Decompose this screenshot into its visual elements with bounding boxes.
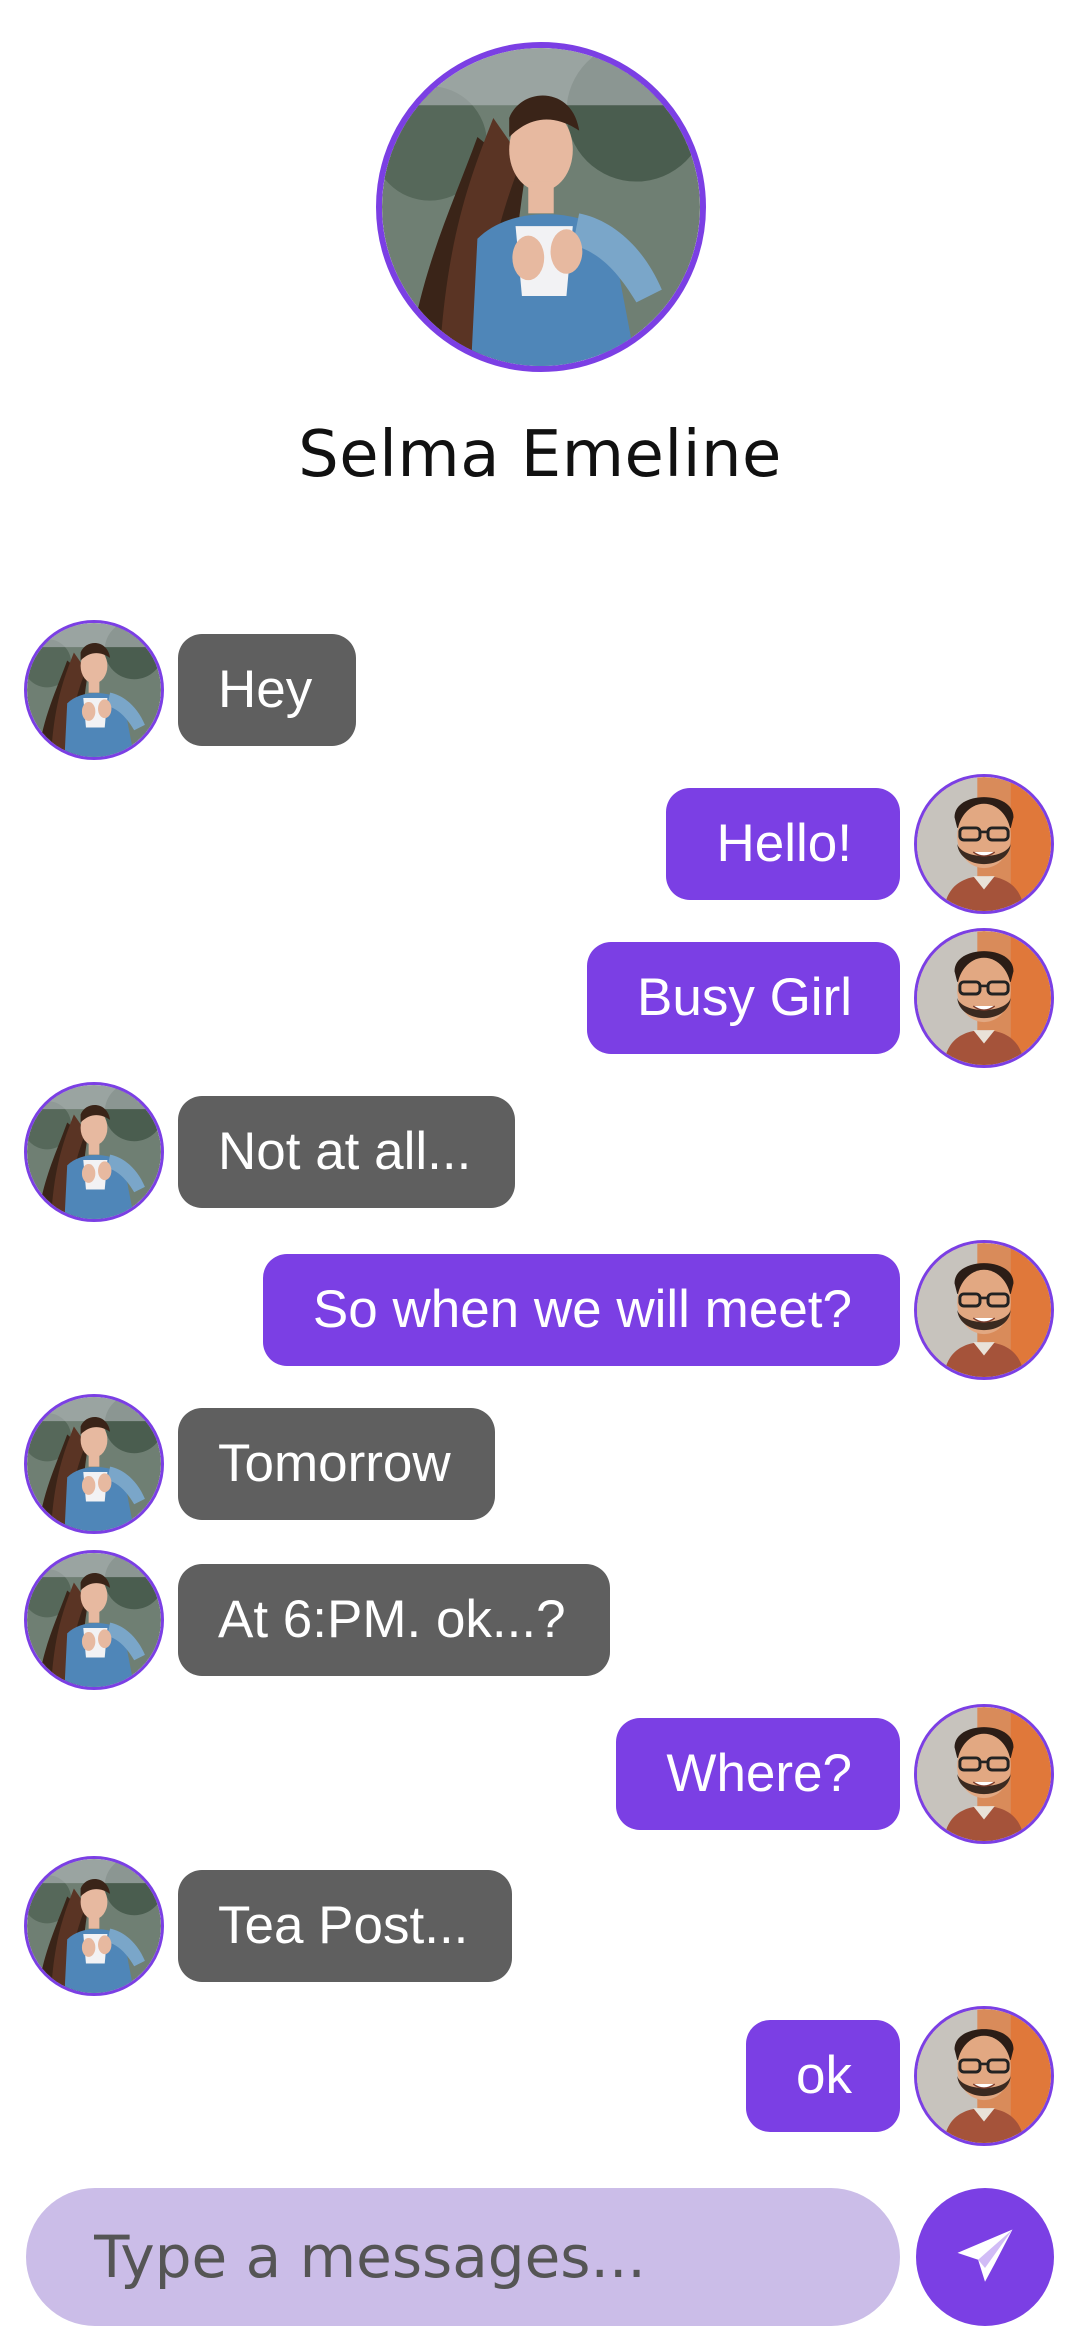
contact-avatar[interactable] bbox=[376, 42, 706, 372]
message-composer bbox=[26, 2188, 900, 2326]
contact-avatar-small bbox=[24, 620, 164, 760]
contact-avatar-small bbox=[24, 1856, 164, 1996]
contact-avatar-small bbox=[24, 1082, 164, 1222]
message-bubble[interactable]: Where? bbox=[616, 1718, 900, 1830]
message-bubble[interactable]: Tea Post... bbox=[178, 1870, 513, 1982]
message-bubble[interactable]: Tomorrow bbox=[178, 1408, 495, 1520]
message-row-incoming: At 6:PM. ok...? bbox=[0, 1550, 1080, 1690]
message-bubble[interactable]: So when we will meet? bbox=[262, 1254, 900, 1366]
user-avatar-small bbox=[914, 928, 1054, 1068]
message-row-incoming: Not at all... bbox=[0, 1082, 1080, 1222]
message-bubble[interactable]: Hello! bbox=[666, 788, 900, 900]
user-avatar-small bbox=[914, 2006, 1054, 2146]
message-row-incoming: Hey bbox=[0, 620, 1080, 760]
message-row-outgoing: Busy Girl bbox=[0, 928, 1080, 1068]
message-input[interactable] bbox=[94, 2223, 854, 2291]
contact-name: Selma Emeline bbox=[298, 418, 782, 492]
message-row-incoming: Tea Post... bbox=[0, 1856, 1080, 1996]
message-row-outgoing: ok bbox=[0, 2006, 1080, 2146]
chat-screen: Selma Emeline Hey Hello! Busy Girl Not a… bbox=[0, 0, 1080, 2340]
user-avatar-small bbox=[914, 1240, 1054, 1380]
contact-avatar-small bbox=[24, 1394, 164, 1534]
message-row-incoming: Tomorrow bbox=[0, 1394, 1080, 1534]
message-row-outgoing: So when we will meet? bbox=[0, 1240, 1080, 1380]
send-button[interactable] bbox=[916, 2188, 1054, 2326]
message-bubble[interactable]: Hey bbox=[178, 634, 357, 746]
user-avatar-small bbox=[914, 1704, 1054, 1844]
message-bubble[interactable]: ok bbox=[746, 2020, 900, 2132]
message-row-outgoing: Where? bbox=[0, 1704, 1080, 1844]
message-bubble[interactable]: At 6:PM. ok...? bbox=[178, 1564, 610, 1676]
paper-plane-icon bbox=[957, 2229, 1013, 2282]
contact-avatar-small bbox=[24, 1550, 164, 1690]
user-avatar-small bbox=[914, 774, 1054, 914]
message-bubble[interactable]: Not at all... bbox=[178, 1096, 516, 1208]
message-row-outgoing: Hello! bbox=[0, 774, 1080, 914]
message-bubble[interactable]: Busy Girl bbox=[587, 942, 900, 1054]
